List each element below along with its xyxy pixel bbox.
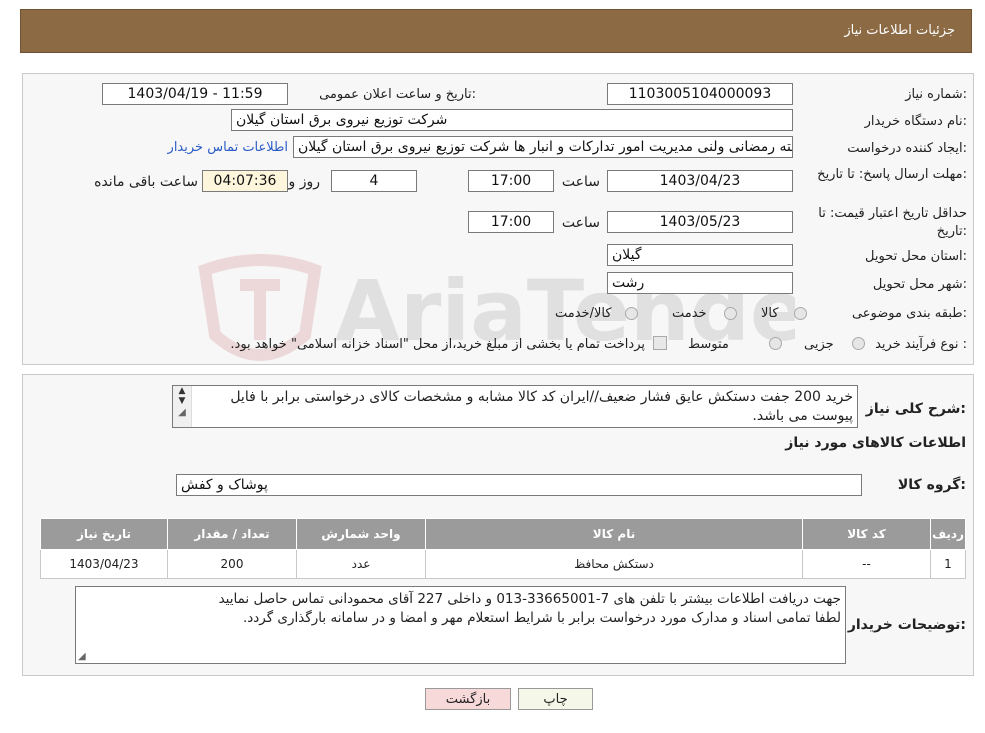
buyer-org-field: شرکت توزیع نیروی برق استان گیلان <box>231 109 793 131</box>
radio-goods-service-label: کالا/خدمت <box>555 306 612 321</box>
resize-grip-icon[interactable]: ◢ <box>173 406 191 420</box>
col-unit: واحد شمارش <box>296 518 426 550</box>
province-field: گیلان <box>607 244 793 266</box>
city-label: شهر محل تحویل: <box>872 277 967 292</box>
print-button[interactable]: چاپ <box>518 688 593 710</box>
radio-service-label: خدمت <box>672 306 707 321</box>
cell-code: -- <box>802 549 931 579</box>
scroll-up-icon[interactable]: ▲ <box>173 386 191 396</box>
buyer-org-label: نام دستگاه خریدار: <box>864 114 967 129</box>
remaining-label: ساعت باقی مانده <box>94 174 198 190</box>
radio-goods-service[interactable] <box>625 307 638 320</box>
process-note: پرداخت تمام یا بخشی از مبلغ خرید،از محل … <box>230 337 645 352</box>
creator-field: فرشته رمضانی ولنی مدیریت امور تدارکات و … <box>293 136 793 158</box>
scroll-down-icon[interactable]: ▼ <box>173 396 191 406</box>
buyer-notes-line-2: لطفا تمامی اسناد و مدارک مورد درخواست بر… <box>242 610 841 626</box>
page-header: جزئیات اطلاعات نیاز <box>20 9 972 53</box>
reply-date-field: 1403/04/23 <box>607 170 793 192</box>
remaining-time-field: 04:07:36 <box>202 170 288 192</box>
buyer-notes-label: توضیحات خریدار: <box>847 617 966 633</box>
category-label: طبقه بندی موضوعی: <box>851 306 967 321</box>
price-time-field: 17:00 <box>468 211 554 233</box>
reply-time-label: ساعت <box>561 174 600 190</box>
city-field: رشت <box>607 272 793 294</box>
col-date: تاریخ نیاز <box>40 518 168 550</box>
treasury-checkbox[interactable] <box>653 336 667 350</box>
buyer-notes-line-1: جهت دریافت اطلاعات بیشتر با تلفن های 7-3… <box>218 591 841 607</box>
buyer-notes-textarea[interactable]: جهت دریافت اطلاعات بیشتر با تلفن های 7-3… <box>75 586 846 664</box>
col-name: نام کالا <box>425 518 803 550</box>
radio-service[interactable] <box>724 307 737 320</box>
process-label: نوع فرآیند خرید : <box>875 337 967 352</box>
reply-time-field: 17:00 <box>468 170 554 192</box>
cell-name: دستکش محافظ <box>425 549 803 579</box>
price-time-label: ساعت <box>561 215 600 231</box>
table-header-row: ردیف کد کالا نام کالا واحد شمارش تعداد /… <box>40 518 966 550</box>
creator-label: ایجاد کننده درخواست: <box>847 141 967 156</box>
description-label: شرح کلی نیاز: <box>865 401 966 417</box>
price-validity-label: حداقل تاریخ اعتبار قیمت: تا تاریخ: <box>818 206 967 239</box>
description-text: خرید 200 جفت دستکش عایق فشار ضعیف//ایران… <box>230 389 853 424</box>
cell-qty: 200 <box>167 549 297 579</box>
resize-grip-icon[interactable]: ◢ <box>78 651 86 662</box>
cell-date: 1403/04/23 <box>40 549 168 579</box>
need-number-field: 1103005104000093 <box>607 83 793 105</box>
province-label: استان محل تحویل: <box>865 249 967 264</box>
radio-medium-label: متوسط <box>688 337 729 352</box>
radio-medium[interactable] <box>769 337 782 350</box>
reply-deadline-label: مهلت ارسال پاسخ: تا تاریخ: <box>817 167 967 182</box>
days-label: روز و <box>288 174 321 190</box>
announce-field: 1403/04/19 - 11:59 <box>102 83 288 105</box>
radio-goods[interactable] <box>794 307 807 320</box>
cell-unit: عدد <box>296 549 426 579</box>
radio-minor[interactable] <box>852 337 865 350</box>
goods-section-title: اطلاعات کالاهای مورد نیاز <box>785 435 966 451</box>
goods-group-label: گروه کالا: <box>897 477 966 493</box>
radio-minor-label: جزیی <box>804 337 834 352</box>
days-field: 4 <box>331 170 417 192</box>
goods-group-field: پوشاک و کفش <box>176 474 862 496</box>
col-code: کد کالا <box>802 518 931 550</box>
cell-row: 1 <box>930 549 966 579</box>
back-button[interactable]: بازگشت <box>425 688 511 710</box>
buyer-contact-link[interactable]: اطلاعات تماس خریدار <box>168 140 288 155</box>
goods-table: ردیف کد کالا نام کالا واحد شمارش تعداد /… <box>40 518 966 579</box>
announce-label: تاریخ و ساعت اعلان عمومی: <box>319 87 476 102</box>
table-row: 1 -- دستکش محافظ عدد 200 1403/04/23 <box>40 549 966 579</box>
price-date-field: 1403/05/23 <box>607 211 793 233</box>
description-textarea[interactable]: خرید 200 جفت دستکش عایق فشار ضعیف//ایران… <box>172 385 858 428</box>
col-qty: تعداد / مقدار <box>167 518 297 550</box>
need-number-label: شماره نیاز: <box>905 87 967 102</box>
description-scrollbar[interactable]: ▲ ▼ ◢ <box>173 386 192 427</box>
col-row: ردیف <box>930 518 966 550</box>
radio-goods-label: کالا <box>761 306 779 321</box>
page-title: جزئیات اطلاعات نیاز <box>844 23 955 38</box>
